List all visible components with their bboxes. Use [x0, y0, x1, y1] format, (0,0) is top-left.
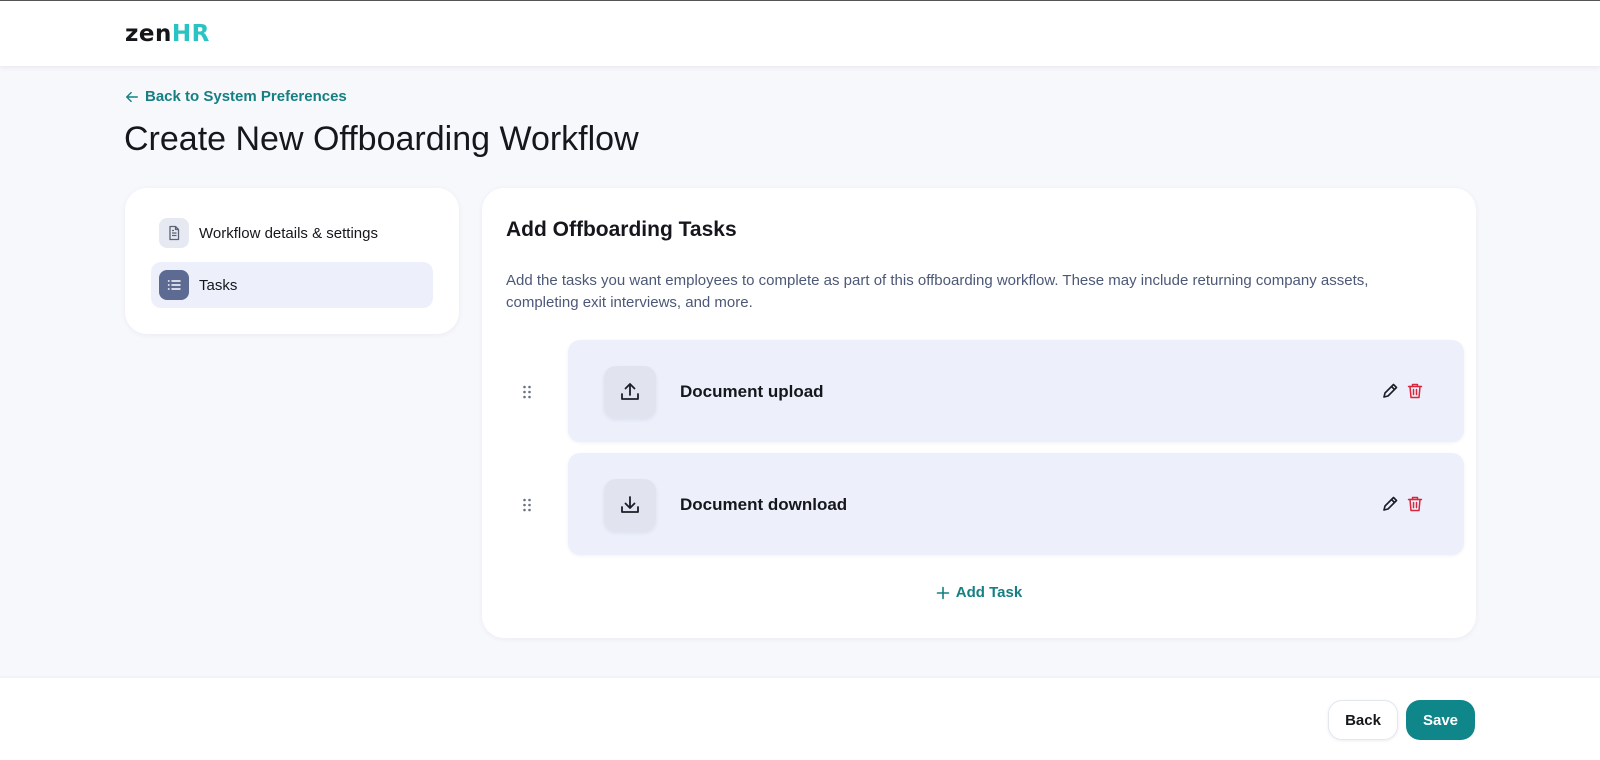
document-icon	[159, 218, 189, 248]
task-card-document-upload[interactable]: Document upload	[568, 340, 1464, 442]
arrow-left-icon	[126, 91, 138, 102]
top-bar: zenHR	[0, 0, 1600, 66]
task-label: Document download	[680, 495, 848, 514]
download-icon	[604, 479, 656, 531]
offboarding-tasks-panel: Add Offboarding Tasks Add the tasks you …	[482, 188, 1476, 638]
task-row: Document upload	[506, 340, 1464, 442]
drag-handle-icon[interactable]	[522, 385, 532, 399]
list-icon	[159, 270, 189, 300]
trash-icon[interactable]	[1406, 382, 1424, 400]
page-title: Create New Offboarding Workflow	[124, 120, 639, 158]
back-link-label: Back to System Preferences	[145, 88, 347, 105]
trash-icon[interactable]	[1406, 495, 1424, 513]
task-label: Document upload	[680, 382, 824, 401]
plus-icon	[936, 586, 950, 599]
edit-pencil-icon[interactable]	[1381, 382, 1399, 400]
sidebar-item-label: Tasks	[199, 276, 238, 294]
logo-text-hr: HR	[171, 21, 210, 47]
section-description: Add the tasks you want employees to comp…	[506, 272, 1369, 311]
workflow-steps-sidebar: Workflow details & settings Tasks	[125, 188, 459, 334]
section-title: Add Offboarding Tasks	[506, 218, 737, 241]
zenhr-logo[interactable]: zenHR	[125, 21, 210, 47]
sidebar-item-label: Workflow details & settings	[199, 224, 378, 242]
upload-icon	[604, 366, 656, 418]
add-task-button[interactable]: Add Task	[482, 584, 1476, 601]
back-button[interactable]: Back	[1328, 700, 1398, 740]
logo-text-zen: zen	[125, 21, 172, 47]
sidebar-item-workflow-details[interactable]: Workflow details & settings	[151, 210, 433, 256]
footer-action-bar: Back Save	[0, 678, 1600, 760]
task-card-document-download[interactable]: Document download	[568, 453, 1464, 555]
add-task-label: Add Task	[955, 584, 1023, 601]
drag-handle-icon[interactable]	[522, 498, 532, 512]
save-button[interactable]: Save	[1406, 700, 1475, 740]
task-row: Document download	[506, 453, 1464, 555]
edit-pencil-icon[interactable]	[1381, 495, 1399, 513]
back-to-system-preferences-link[interactable]: Back to System Preferences	[125, 88, 347, 105]
sidebar-item-tasks[interactable]: Tasks	[151, 262, 433, 308]
